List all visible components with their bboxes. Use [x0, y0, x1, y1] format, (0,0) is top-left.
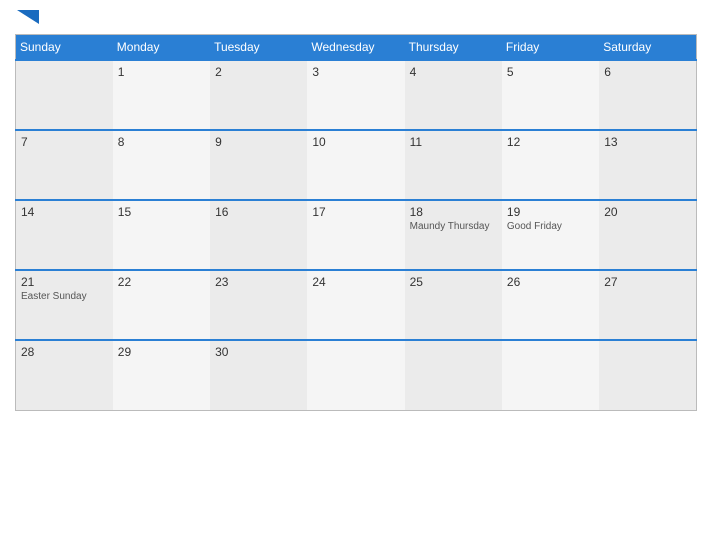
- calendar-cell: 9: [210, 130, 307, 200]
- week-row-2: 14 15 16 17 18 Maundy Thursday 19 Good Friday 20: [16, 200, 697, 270]
- event-label: Easter Sunday: [21, 291, 108, 302]
- calendar-cell: 26: [502, 270, 599, 340]
- day-number: 14: [21, 205, 108, 219]
- calendar-cell: 6: [599, 60, 696, 130]
- day-number: 26: [507, 275, 594, 289]
- calendar-cell: 16: [210, 200, 307, 270]
- day-number: 29: [118, 345, 205, 359]
- calendar-table: SundayMondayTuesdayWednesdayThursdayFrid…: [15, 34, 697, 411]
- day-number: 6: [604, 65, 691, 79]
- calendar-cell: 29: [113, 340, 210, 410]
- calendar-cell: [307, 340, 404, 410]
- calendar-cell: 13: [599, 130, 696, 200]
- day-number: 30: [215, 345, 302, 359]
- day-number: 17: [312, 205, 399, 219]
- day-number: 20: [604, 205, 691, 219]
- calendar-cell: 4: [405, 60, 502, 130]
- day-number: 12: [507, 135, 594, 149]
- week-row-4: 28 29 30: [16, 340, 697, 410]
- logo: [15, 10, 39, 24]
- calendar-cell: 11: [405, 130, 502, 200]
- week-row-0: 123456: [16, 60, 697, 130]
- day-number: 16: [215, 205, 302, 219]
- week-row-3: 21 Easter Sunday 22 23 24 25 26 27: [16, 270, 697, 340]
- week-row-1: 789 10 11 12 13: [16, 130, 697, 200]
- day-number: 27: [604, 275, 691, 289]
- day-number: 2: [215, 65, 302, 79]
- calendar-cell: 8: [113, 130, 210, 200]
- calendar-cell: 30: [210, 340, 307, 410]
- calendar-cell: [405, 340, 502, 410]
- calendar-cell: [16, 60, 113, 130]
- day-number: 21: [21, 275, 108, 289]
- logo-flag-icon: [17, 10, 39, 24]
- day-number: 7: [21, 135, 108, 149]
- calendar-cell: [599, 340, 696, 410]
- day-number: 10: [312, 135, 399, 149]
- calendar-cell: 28: [16, 340, 113, 410]
- calendar-cell: 18 Maundy Thursday: [405, 200, 502, 270]
- col-header-sunday: Sunday: [16, 35, 113, 61]
- col-header-friday: Friday: [502, 35, 599, 61]
- day-number: 8: [118, 135, 205, 149]
- day-number: 19: [507, 205, 594, 219]
- col-header-monday: Monday: [113, 35, 210, 61]
- day-number: 23: [215, 275, 302, 289]
- day-number: 4: [410, 65, 497, 79]
- day-number: 13: [604, 135, 691, 149]
- page: SundayMondayTuesdayWednesdayThursdayFrid…: [0, 0, 712, 550]
- calendar-cell: 14: [16, 200, 113, 270]
- calendar-cell: 22: [113, 270, 210, 340]
- calendar-cell: 23: [210, 270, 307, 340]
- col-header-thursday: Thursday: [405, 35, 502, 61]
- day-number: 3: [312, 65, 399, 79]
- day-number: 5: [507, 65, 594, 79]
- col-header-wednesday: Wednesday: [307, 35, 404, 61]
- calendar-cell: 17: [307, 200, 404, 270]
- day-number: 15: [118, 205, 205, 219]
- calendar-cell: 21 Easter Sunday: [16, 270, 113, 340]
- day-number: 28: [21, 345, 108, 359]
- day-number: 22: [118, 275, 205, 289]
- day-number: 9: [215, 135, 302, 149]
- col-header-saturday: Saturday: [599, 35, 696, 61]
- calendar-cell: 15: [113, 200, 210, 270]
- calendar-cell: 3: [307, 60, 404, 130]
- day-number: 25: [410, 275, 497, 289]
- calendar-cell: 7: [16, 130, 113, 200]
- calendar-cell: 10: [307, 130, 404, 200]
- calendar-cell: 1: [113, 60, 210, 130]
- calendar-cell: 12: [502, 130, 599, 200]
- calendar-cell: 27: [599, 270, 696, 340]
- day-number: 24: [312, 275, 399, 289]
- calendar-cell: 2: [210, 60, 307, 130]
- calendar-cell: 5: [502, 60, 599, 130]
- col-header-tuesday: Tuesday: [210, 35, 307, 61]
- calendar-cell: 20: [599, 200, 696, 270]
- day-number: 18: [410, 205, 497, 219]
- calendar-cell: 25: [405, 270, 502, 340]
- header: [15, 10, 697, 24]
- calendar-cell: 19 Good Friday: [502, 200, 599, 270]
- calendar-cell: 24: [307, 270, 404, 340]
- day-number: 11: [410, 135, 497, 149]
- event-label: Maundy Thursday: [410, 221, 497, 232]
- event-label: Good Friday: [507, 221, 594, 232]
- calendar-header-row: SundayMondayTuesdayWednesdayThursdayFrid…: [16, 35, 697, 61]
- day-number: 1: [118, 65, 205, 79]
- calendar-cell: [502, 340, 599, 410]
